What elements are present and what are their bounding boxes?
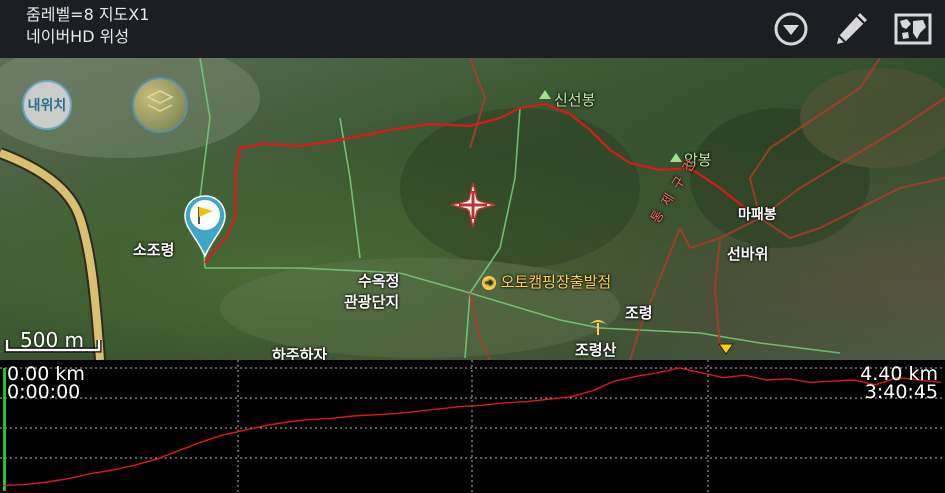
dropdown-circle-icon — [774, 12, 808, 46]
satellite-map[interactable]: 내위치 소조령 수옥정 관광단지 신선봉 암봉 마패봉 선바위 조령 조령산 하… — [0, 58, 945, 360]
camping-start-text: 오토캠핑장출발점 — [500, 273, 612, 291]
place-label-sinseonbong: 신선봉 — [554, 91, 596, 109]
profile-chart — [0, 360, 945, 493]
my-location-label: 내위치 — [27, 98, 67, 114]
place-label-seonbawi: 선바위 — [727, 245, 769, 263]
map-info: 줌레벨=8 지도X1 네이버HD 위성 — [26, 4, 149, 48]
scale-ruler — [4, 340, 102, 353]
my-location-button[interactable]: 내위치 — [22, 80, 72, 130]
elevation-profile[interactable]: 0.00 km 0:00:00 4.40 km 3:40:45 — [0, 360, 945, 493]
place-label-jeoryeongsan: 조령산 — [575, 341, 617, 359]
pencil-icon — [837, 13, 867, 44]
layer-thumbnail-button[interactable] — [132, 77, 188, 133]
end-time: 3:40:45 — [864, 381, 938, 403]
start-time: 0:00:00 — [7, 381, 81, 403]
zoom-level-text: 줌레벨=8 지도X1 — [26, 5, 150, 24]
place-label-hanjuhanja: 하주하자 — [272, 346, 328, 360]
dropdown-button[interactable] — [770, 8, 812, 50]
place-label-sojoryeong: 소조령 — [133, 241, 175, 259]
place-label-gwangwang: 관광단지 — [344, 293, 400, 311]
top-bar: 줌레벨=8 지도X1 네이버HD 위성 — [0, 0, 945, 58]
map-source-text: 네이버HD 위성 — [26, 27, 130, 46]
place-label-mapaebong: 마패봉 — [738, 207, 777, 223]
map-type-button[interactable] — [892, 8, 934, 50]
map-layer-icon — [146, 90, 174, 112]
place-label-suokjeong: 수옥정 — [358, 272, 400, 290]
map-image-icon — [894, 13, 932, 45]
location-pin-icon[interactable] — [183, 194, 227, 260]
camping-start-label: ➜ 오토캠핑장출발점 — [482, 271, 611, 292]
scale-bar: 500 m — [4, 328, 102, 353]
arrow-right-icon: ➜ — [482, 275, 496, 290]
place-label-jeoryeong: 조령 — [625, 304, 653, 322]
profile-cursor — [3, 368, 6, 491]
edit-button[interactable] — [830, 8, 872, 50]
